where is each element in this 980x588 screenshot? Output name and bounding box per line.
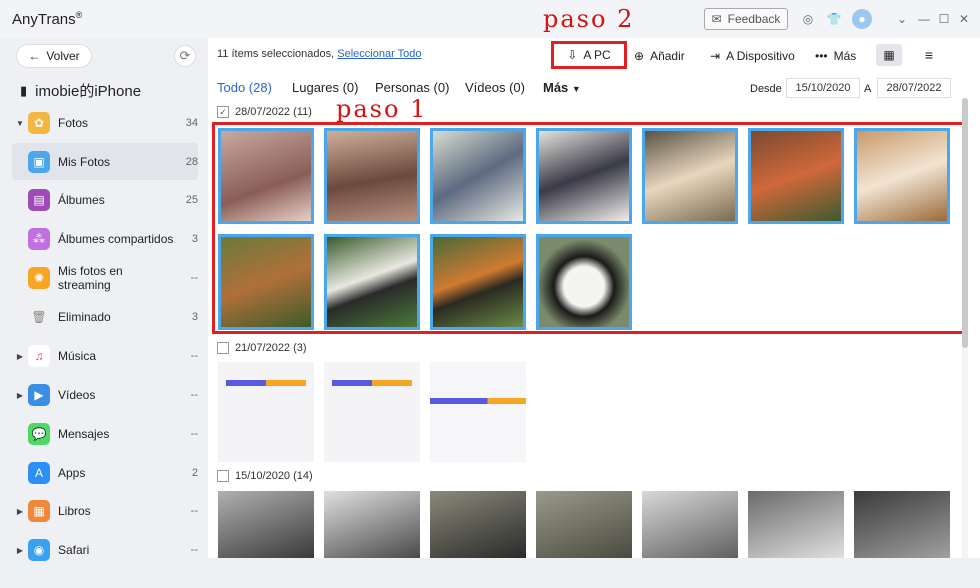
messages-icon: 💬: [28, 423, 50, 445]
sidebar-item-safari[interactable]: ▶ ◉ Safari --: [12, 532, 198, 568]
phone-icon: ▮: [20, 82, 28, 98]
refresh-button[interactable]: ⟳: [174, 45, 196, 67]
photo-stream-icon: ✺: [28, 267, 50, 289]
photo-thumbnail[interactable]: [218, 491, 314, 558]
sidebar-item-photo-stream[interactable]: ✺ Mis fotos en streaming --: [12, 260, 198, 296]
screenshot-thumbnail[interactable]: [218, 362, 314, 462]
filter-videos[interactable]: Vídeos (0): [465, 80, 525, 95]
apps-icon: A: [28, 462, 50, 484]
photo-thumbnail[interactable]: [642, 491, 738, 558]
more-dots-icon: •••: [815, 49, 828, 63]
select-all-link[interactable]: Seleccionar Todo: [337, 48, 421, 60]
filter-people[interactable]: Personas (0): [375, 80, 449, 95]
sidebar-item-shared-albums[interactable]: ⁂ Álbumes compartidos 3: [12, 221, 198, 257]
caret-down-icon: ▼: [571, 84, 581, 94]
skin-icon[interactable]: 👕: [824, 9, 844, 29]
scrollbar-thumb[interactable]: [962, 98, 968, 348]
filter-more[interactable]: Más ▼: [543, 80, 581, 95]
feedback-button[interactable]: ✉ Feedback: [704, 8, 788, 30]
date-from-input[interactable]: 15/10/2020: [786, 78, 860, 98]
minimize-icon[interactable]: —: [914, 9, 934, 29]
list-view-button[interactable]: ≡: [916, 44, 942, 66]
grid-icon: ▦: [883, 48, 895, 62]
trash-icon: 🗑: [28, 306, 50, 328]
sidebar-item-deleted[interactable]: 🗑 Eliminado 3: [12, 299, 198, 335]
maximize-icon[interactable]: ☐: [934, 9, 954, 29]
app-title: AnyTrans®: [12, 10, 83, 28]
expand-arrow-icon: ▶: [16, 506, 24, 516]
more-button[interactable]: ••• Más: [815, 47, 856, 65]
sidebar-item-apps[interactable]: A Apps 2: [12, 455, 198, 491]
to-pc-button[interactable]: ⇩ A PC: [551, 41, 627, 69]
date-to-input[interactable]: 28/07/2022: [877, 78, 951, 98]
photo-thumbnail[interactable]: [748, 491, 844, 558]
date-from-label: Desde: [750, 83, 782, 95]
download-to-pc-icon: ⇩: [567, 48, 578, 62]
annotation-step-1: paso 1: [336, 95, 428, 123]
sidebar-item-books[interactable]: ▶ ▦ Libros --: [12, 493, 198, 529]
photo-thumbnail[interactable]: [854, 491, 950, 558]
back-button[interactable]: ← Volver: [16, 44, 92, 68]
safari-icon: ◉: [28, 539, 50, 561]
expand-arrow-icon: ▶: [16, 545, 24, 555]
add-button[interactable]: ⊕ Añadir: [634, 47, 685, 65]
sidebar-item-my-photos[interactable]: ▣ Mis Fotos 28: [12, 143, 198, 180]
close-icon[interactable]: ✕: [954, 9, 974, 29]
shared-albums-icon: ⁂: [28, 228, 50, 250]
books-icon: ▦: [28, 500, 50, 522]
arrow-left-icon: ←: [28, 49, 41, 63]
screenshot-thumbnail[interactable]: [324, 362, 420, 462]
refresh-icon: ⟳: [179, 48, 191, 63]
photo-thumbnail[interactable]: [324, 491, 420, 558]
expand-arrow-icon: ▶: [16, 390, 24, 400]
selection-info: 11 ítems seleccionados, Seleccionar Todo: [217, 48, 422, 60]
list-icon: ≡: [924, 47, 934, 63]
search-device-icon[interactable]: ◎: [798, 9, 818, 29]
my-photos-icon: ▣: [28, 150, 50, 173]
screenshot-thumbnail[interactable]: [430, 362, 526, 462]
user-avatar-icon[interactable]: ●: [852, 9, 872, 29]
photos-icon: ✿: [28, 112, 50, 134]
filter-places[interactable]: Lugares (0): [292, 80, 358, 95]
to-device-icon: ⇥: [710, 49, 721, 63]
filter-all[interactable]: Todo (28): [217, 80, 272, 95]
albums-icon: ▤: [28, 189, 50, 211]
videos-icon: ▶: [28, 384, 50, 406]
sidebar-item-videos[interactable]: ▶ ▶ Vídeos --: [12, 377, 198, 413]
grid-view-button[interactable]: ▦: [876, 44, 902, 66]
sidebar-item-messages[interactable]: 💬 Mensajes --: [12, 416, 198, 452]
music-icon: ♫: [28, 345, 50, 367]
photo-thumbnail[interactable]: [536, 491, 632, 558]
device-name: ▮ imobie的iPhone: [20, 82, 142, 101]
group-checkbox[interactable]: [217, 342, 229, 354]
date-to-label: A: [864, 83, 872, 95]
group-header: 21/07/2022 (3): [217, 342, 307, 354]
annotation-step-2: paso 2: [543, 5, 635, 33]
mail-icon: ✉: [711, 12, 722, 26]
plus-circle-icon: ⊕: [634, 49, 645, 63]
photo-thumbnail[interactable]: [430, 491, 526, 558]
group-header: 15/10/2020 (14): [217, 470, 313, 482]
annotation-selection-box: [212, 122, 966, 334]
group-checkbox[interactable]: [217, 470, 229, 482]
sidebar-item-albums[interactable]: ▤ Álbumes 25: [12, 182, 198, 218]
to-device-button[interactable]: ⇥ A Dispositivo: [710, 47, 795, 65]
group-header: ✓ 28/07/2022 (11): [217, 106, 312, 118]
chevron-down-icon[interactable]: ⌄: [892, 9, 912, 29]
expand-arrow-icon: ▼: [16, 118, 24, 128]
sidebar-item-music[interactable]: ▶ ♫ Música --: [12, 338, 198, 374]
sidebar-item-photos[interactable]: ▼ ✿ Fotos 34: [12, 105, 198, 141]
group-checkbox[interactable]: ✓: [217, 106, 229, 118]
expand-arrow-icon: ▶: [16, 351, 24, 361]
